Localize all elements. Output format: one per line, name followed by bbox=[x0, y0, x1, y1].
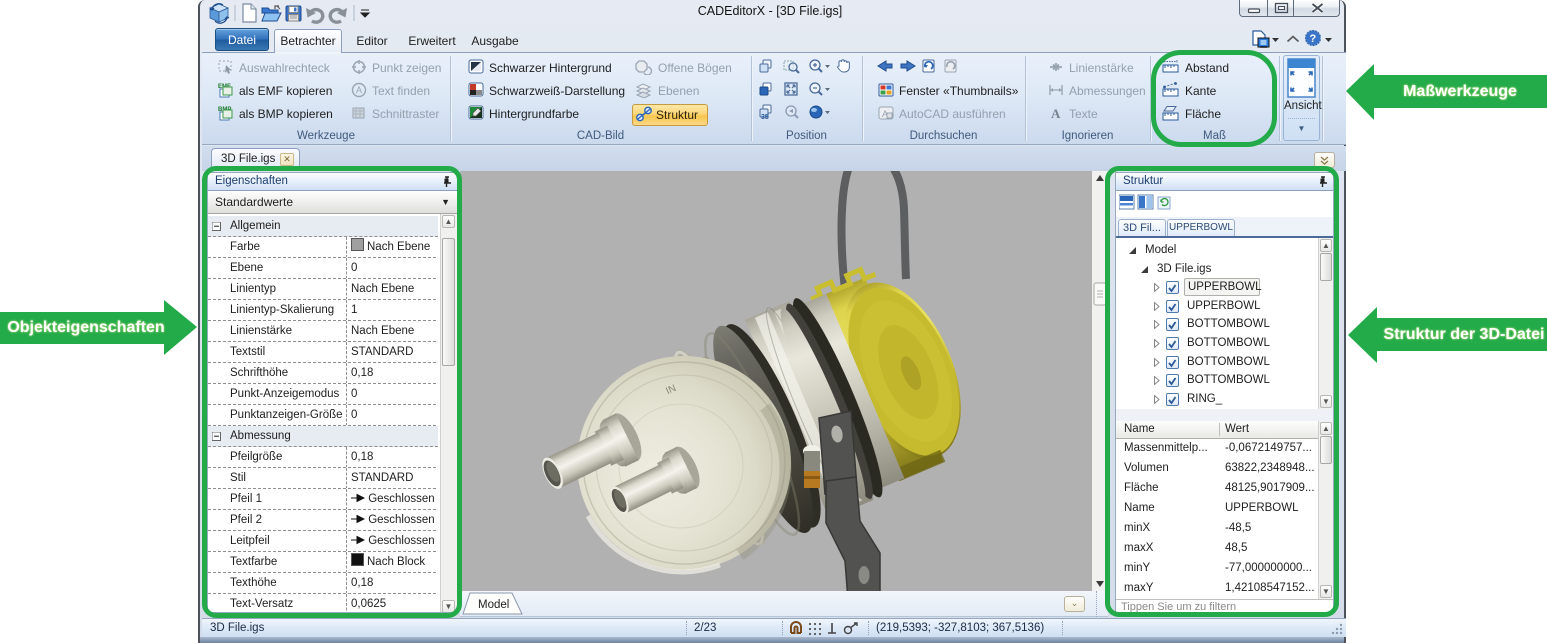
svg-text:35: 35 bbox=[761, 114, 769, 120]
svg-text:A: A bbox=[1051, 106, 1061, 121]
svg-text:Model: Model bbox=[478, 599, 509, 611]
svg-text:A: A bbox=[356, 85, 362, 95]
svg-text:?: ? bbox=[1310, 33, 1317, 45]
